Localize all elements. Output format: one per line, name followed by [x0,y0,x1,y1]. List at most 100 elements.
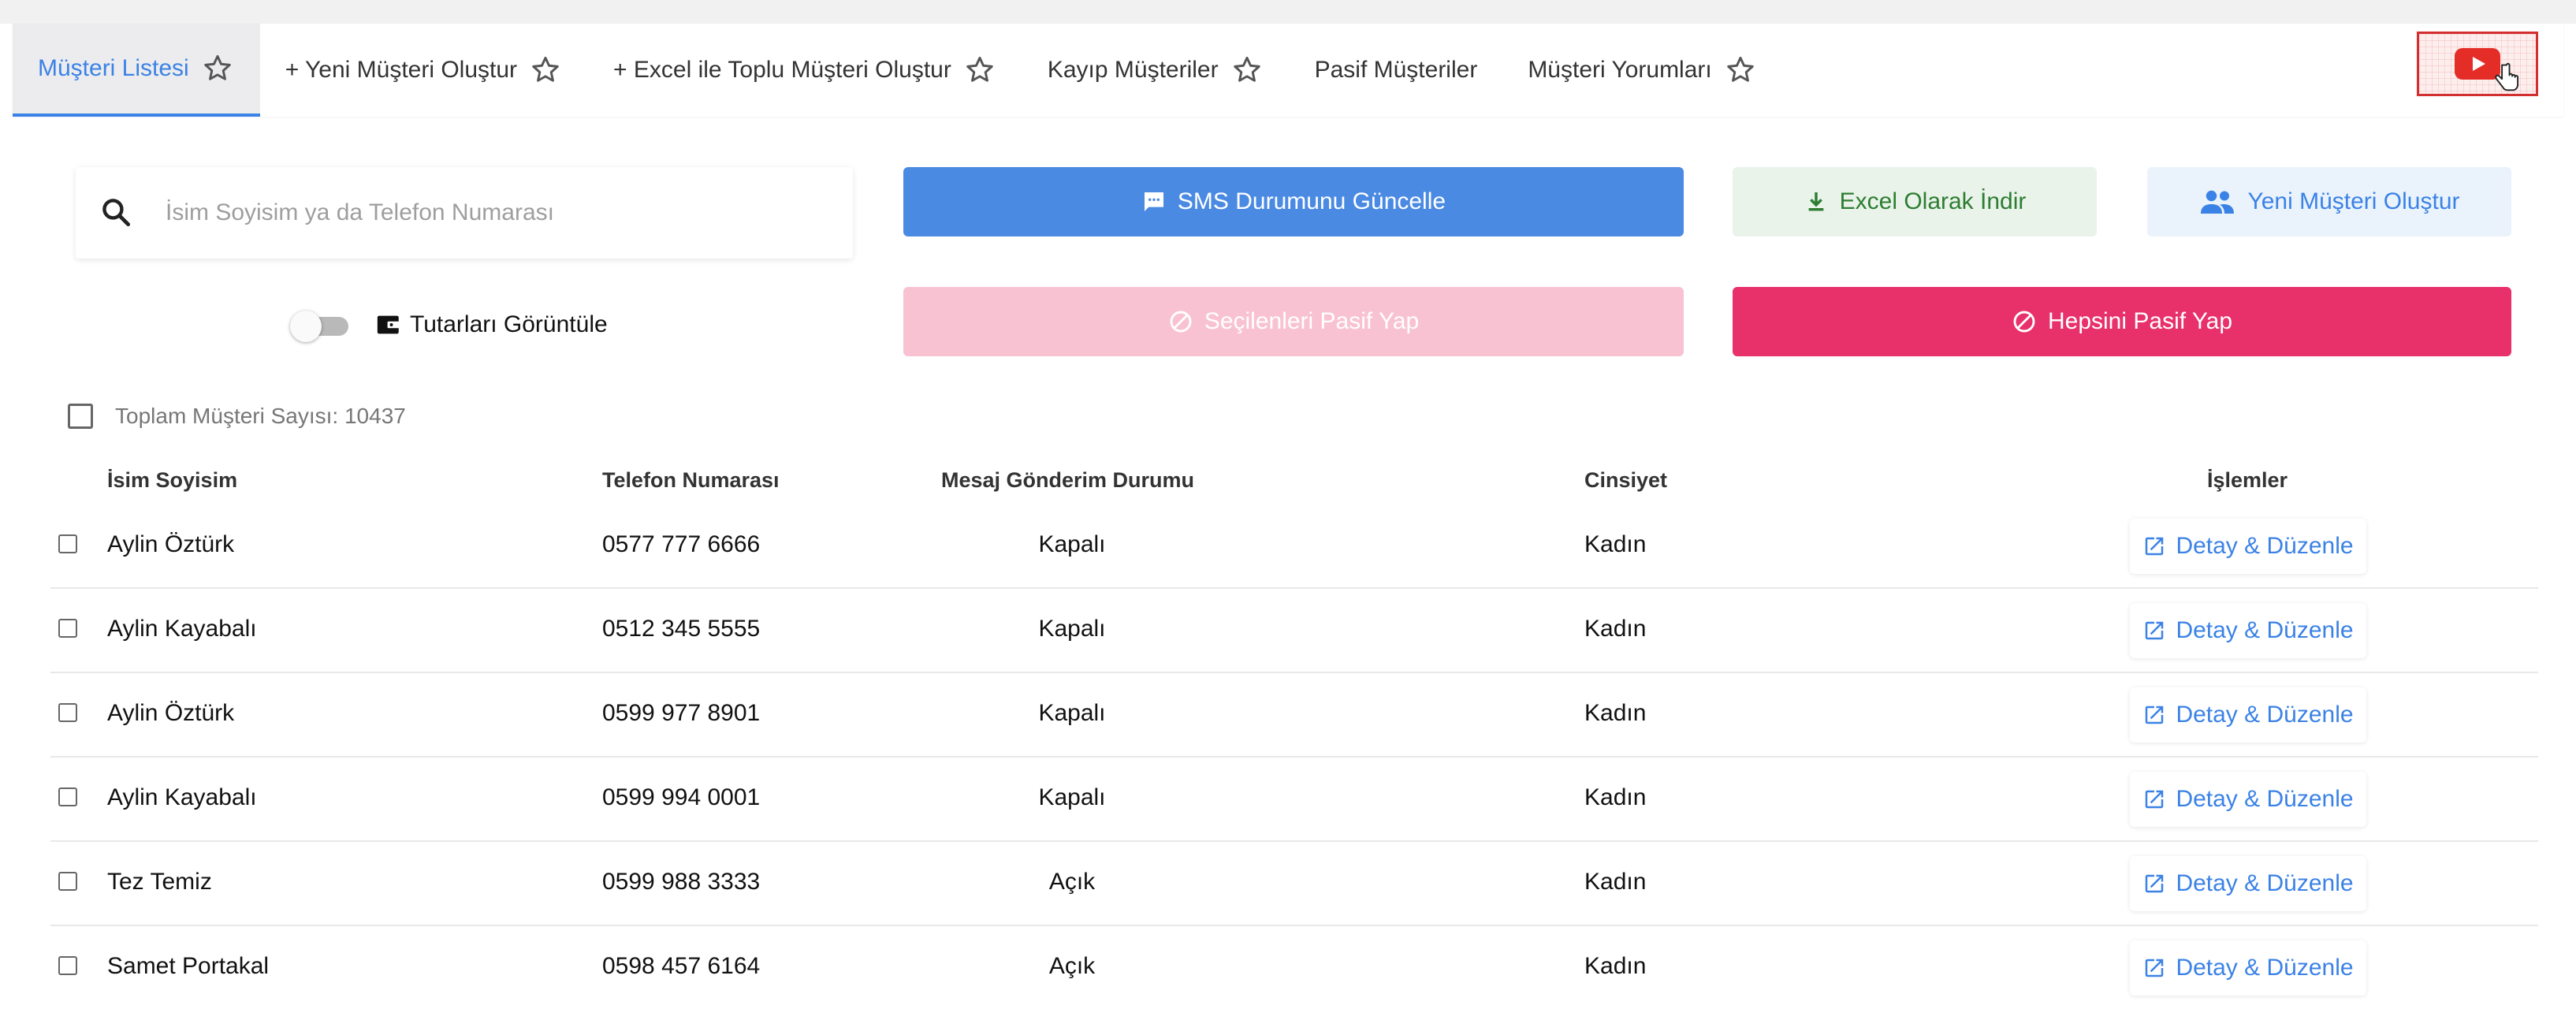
cell-gender: Kadın [1584,616,1647,642]
star-icon[interactable] [1723,53,1758,87]
toggle-knob [290,311,322,342]
row-checkbox[interactable] [58,787,77,806]
cell-message-status: Kapalı [1038,784,1106,810]
new-customer-button[interactable]: Yeni Müşteri Oluştur [2147,167,2511,236]
hand-cursor-icon [2495,62,2519,91]
video-tutorial-button[interactable] [2417,32,2538,96]
cell-phone: 0599 994 0001 [602,784,761,810]
block-icon [1170,311,1192,333]
cell-name: Tez Temiz [107,869,212,895]
detail-edit-label: Detay & Düzenle [2176,533,2354,559]
star-icon[interactable] [528,53,563,87]
make-all-passive-label: Hepsini Pasif Yap [2047,308,2233,334]
show-amounts-toggle-row: Tutarları Görüntüle [290,309,608,342]
make-selected-passive-label: Seçilenleri Pasif Yap [1204,308,1420,334]
tab-passive-customers[interactable]: Pasif Müşteriler [1290,24,1503,117]
cell-phone: 0598 457 6164 [602,953,761,979]
table-row: Aylin Öztürk 0577 777 6666 Kapalı Kadın … [50,504,2538,589]
detail-edit-label: Detay & Düzenle [2176,617,2354,643]
tab-bar: Müşteri Listesi + Yeni Müşteri Oluştur +… [13,24,2563,117]
cell-message-status: Açık [1048,953,1096,979]
wallet-icon [377,315,400,334]
header-message-status: Mesaj Gönderim Durumu [941,468,1195,492]
cell-phone: 0512 345 5555 [602,616,761,642]
cell-message-status: Kapalı [1038,531,1106,557]
star-icon[interactable] [200,51,235,86]
tab-excel-bulk-create[interactable]: + Excel ile Toplu Müşteri Oluştur [588,24,1022,117]
detail-edit-button[interactable]: Detay & Düzenle [2130,856,2366,911]
open-in-new-icon [2146,874,2164,893]
open-in-new-icon [2146,959,2164,977]
sms-status-update-label: SMS Durumunu Güncelle [1177,188,1446,214]
new-customer-label: Yeni Müşteri Oluştur [2247,188,2460,214]
cell-gender: Kadın [1584,700,1647,726]
tab-label: Kayıp Müşteriler [1047,57,1219,83]
cell-name: Aylin Öztürk [107,700,235,726]
sms-status-update-button[interactable]: SMS Durumunu Güncelle [903,167,1684,236]
row-checkbox[interactable] [58,956,77,975]
page: Müşteri Listesi + Yeni Müşteri Oluştur +… [0,0,2576,1009]
total-customers-label: Toplam Müşteri Sayısı: 10437 [115,404,406,428]
cell-message-status: Kapalı [1038,700,1106,726]
cell-message-status: Açık [1048,869,1096,895]
star-icon[interactable] [1230,53,1264,87]
tab-label: Müşteri Yorumları [1528,57,1712,83]
detail-edit-button[interactable]: Detay & Düzenle [2130,687,2366,743]
detail-edit-button[interactable]: Detay & Düzenle [2130,603,2366,658]
detail-edit-label: Detay & Düzenle [2176,702,2354,728]
star-icon[interactable] [962,53,997,87]
row-checkbox[interactable] [58,619,77,638]
tab-label: Müşteri Listesi [38,55,189,81]
make-all-passive-button[interactable]: Hepsini Pasif Yap [1733,287,2511,356]
show-amounts-label: Tutarları Görüntüle [410,311,608,337]
table-row: Aylin Öztürk 0599 977 8901 Kapalı Kadın … [50,673,2538,758]
table-header: İsim Soyisim Telefon Numarası Mesaj Gönd… [50,457,2538,504]
tab-lost-customers[interactable]: Kayıp Müşteriler [1022,24,1290,117]
total-customers-row: Toplam Müşteri Sayısı: 10437 [68,404,406,429]
open-in-new-icon [2146,537,2164,556]
cell-gender: Kadın [1584,784,1647,810]
row-checkbox[interactable] [58,534,77,553]
cell-phone: 0577 777 6666 [602,531,761,557]
people-icon [2201,190,2235,214]
search-input[interactable] [164,199,829,227]
tab-new-customer[interactable]: + Yeni Müşteri Oluştur [260,24,588,117]
cell-phone: 0599 977 8901 [602,700,761,726]
tab-label: + Yeni Müşteri Oluştur [285,57,518,83]
search-icon [102,199,131,227]
header-gender: Cinsiyet [1584,468,1668,492]
block-icon [2013,311,2035,333]
header-phone: Telefon Numarası [602,468,780,492]
cell-gender: Kadın [1584,953,1647,979]
detail-edit-button[interactable]: Detay & Düzenle [2130,772,2366,827]
customer-table: İsim Soyisim Telefon Numarası Mesaj Gönd… [50,457,2538,1009]
detail-edit-label: Detay & Düzenle [2176,955,2354,981]
excel-download-label: Excel Olarak İndir [1839,188,2027,214]
detail-edit-label: Detay & Düzenle [2176,786,2354,812]
download-icon [1808,192,1823,211]
detail-edit-button[interactable]: Detay & Düzenle [2130,940,2366,996]
select-all-checkbox[interactable] [68,404,93,429]
row-checkbox[interactable] [58,703,77,722]
cell-name: Samet Portakal [107,953,270,979]
excel-download-button[interactable]: Excel Olarak İndir [1733,167,2097,236]
detail-edit-label: Detay & Düzenle [2176,870,2354,896]
show-amounts-toggle[interactable] [290,309,352,342]
cell-message-status: Kapalı [1038,616,1106,642]
cell-name: Aylin Öztürk [107,531,235,557]
header-name: İsim Soyisim [107,468,238,492]
open-in-new-icon [2146,790,2164,809]
tab-label: + Excel ile Toplu Müşteri Oluştur [613,57,951,83]
cell-name: Aylin Kayabalı [107,784,257,810]
cell-phone: 0599 988 3333 [602,869,761,895]
tab-customer-reviews[interactable]: Müşteri Yorumları [1502,24,1782,117]
open-in-new-icon [2146,706,2164,724]
tab-customer-list[interactable]: Müşteri Listesi [13,24,260,117]
search-box [76,167,853,259]
row-checkbox[interactable] [58,872,77,891]
header-actions: İşlemler [2207,468,2288,492]
cell-gender: Kadın [1584,531,1647,557]
cell-name: Aylin Kayabalı [107,616,257,642]
make-selected-passive-button[interactable]: Seçilenleri Pasif Yap [903,287,1684,356]
detail-edit-button[interactable]: Detay & Düzenle [2130,519,2366,574]
